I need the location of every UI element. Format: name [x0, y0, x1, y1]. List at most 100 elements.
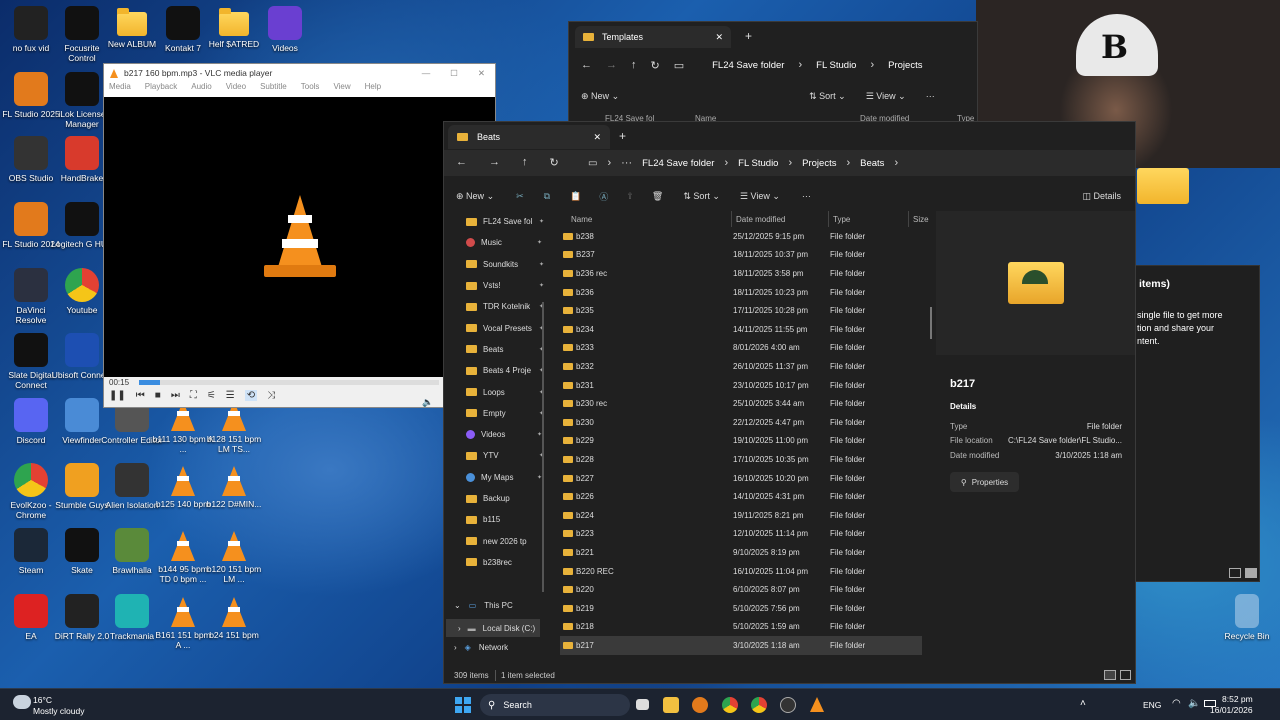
forward-icon[interactable]: →: [606, 59, 617, 71]
back-icon[interactable]: ←: [456, 156, 467, 169]
wifi-icon[interactable]: ◠: [1172, 698, 1181, 709]
table-row[interactable]: b226 14/10/2025 4:31 pm File folder: [560, 487, 922, 506]
delete-icon[interactable]: 🗑: [652, 191, 663, 202]
nav-scrollbar[interactable]: [542, 302, 544, 592]
up-icon[interactable]: ↑: [631, 59, 637, 71]
nav-item[interactable]: Music ✦: [466, 232, 544, 253]
vlc-menu-item[interactable]: Subtitle: [260, 82, 287, 97]
nav-item[interactable]: Backup: [466, 488, 544, 509]
clock-time[interactable]: 8:52 pm: [1222, 694, 1253, 704]
search-box[interactable]: ⚲ Search: [480, 694, 630, 716]
breadcrumb-item[interactable]: Projects: [802, 158, 836, 169]
nav-item[interactable]: FL24 Save fol ✦: [466, 211, 544, 232]
close-tab-icon[interactable]: ✕: [715, 32, 723, 43]
refresh-icon[interactable]: ↻: [550, 156, 559, 169]
more-icon[interactable]: ···: [926, 91, 935, 101]
nav-item[interactable]: Vsts! ✦: [466, 275, 544, 296]
nav-item[interactable]: b238rec: [466, 552, 544, 573]
vlc-icon[interactable]: [810, 697, 824, 712]
next-button[interactable]: ⏭: [171, 390, 180, 401]
table-row[interactable]: B237 18/11/2025 10:37 pm File folder: [560, 246, 922, 265]
table-row[interactable]: b230 22/12/2025 4:47 pm File folder: [560, 413, 922, 432]
cut-icon[interactable]: ✂: [516, 191, 524, 202]
up-icon[interactable]: ↑: [522, 156, 528, 169]
nav-item[interactable]: Empty✦: [466, 403, 544, 424]
table-row[interactable]: b227 16/10/2025 10:20 pm File folder: [560, 469, 922, 488]
loop-button[interactable]: ⟲: [244, 390, 258, 401]
nav-item[interactable]: YTV✦: [466, 445, 544, 466]
nav-item[interactable]: Loops✦: [466, 381, 544, 402]
details-view-icon[interactable]: [1104, 670, 1116, 680]
tray-chevron-icon[interactable]: ˄: [1080, 698, 1086, 709]
desktop-icon[interactable]: b122 D#MIN...: [203, 463, 265, 509]
nav-item[interactable]: TDR Kotelnik✦: [466, 296, 544, 317]
breadcrumb-item[interactable]: Projects: [888, 60, 922, 71]
nav-item[interactable]: Soundkits ✦: [466, 254, 544, 275]
vlc-video-area[interactable]: [104, 97, 495, 377]
tab-beats[interactable]: Beats ✕: [448, 125, 610, 149]
equalizer-button[interactable]: ⚟: [207, 390, 216, 401]
nav-item[interactable]: b115: [466, 509, 544, 530]
column-header-type[interactable]: Type: [833, 215, 850, 224]
table-row[interactable]: b224 19/11/2025 8:21 pm File folder: [560, 506, 922, 525]
new-button[interactable]: ⊕ New ⌄: [456, 191, 494, 202]
vlc-menu-item[interactable]: Media: [109, 82, 131, 97]
breadcrumb-item[interactable]: FL Studio: [816, 60, 856, 71]
table-row[interactable]: b229 19/10/2025 11:00 pm File folder: [560, 432, 922, 451]
maximize-icon[interactable]: ☐: [450, 68, 458, 79]
vlc-menu-item[interactable]: Playback: [145, 82, 177, 97]
table-row[interactable]: b232 26/10/2025 11:37 pm File folder: [560, 357, 922, 376]
desktop-icon[interactable]: Recycle Bin: [1216, 594, 1278, 641]
vlc-seek-bar[interactable]: [139, 380, 439, 385]
close-tab-icon[interactable]: ✕: [593, 132, 601, 143]
vlc-menu-item[interactable]: Tools: [301, 82, 320, 97]
table-row[interactable]: b235 17/11/2025 10:28 pm File folder: [560, 301, 922, 320]
breadcrumb-item[interactable]: FL24 Save folder: [712, 60, 784, 71]
chrome-icon[interactable]: [722, 697, 738, 713]
weather-desc[interactable]: Mostly cloudy: [33, 706, 85, 716]
tiles-view-icon[interactable]: [1120, 670, 1131, 680]
address-bar[interactable]: ▭ › ··· FL24 Save folder › FL Studio › P…: [582, 153, 966, 173]
table-row[interactable]: b230 rec 25/10/2025 3:44 am File folder: [560, 394, 922, 413]
new-button[interactable]: ⊕ New ⌄: [581, 91, 619, 102]
new-tab-icon[interactable]: +: [745, 29, 752, 43]
start-button[interactable]: [455, 697, 471, 713]
vlc-menu-item[interactable]: Video: [226, 82, 246, 97]
view-toggle-icon[interactable]: [1229, 568, 1241, 578]
table-row[interactable]: b219 5/10/2025 7:56 pm File folder: [560, 599, 922, 618]
this-pc-item[interactable]: ⌄ ▭ This PC: [454, 601, 513, 610]
more-icon[interactable]: ···: [802, 191, 811, 201]
chrome-icon[interactable]: [751, 697, 767, 713]
table-row[interactable]: B220 REC 16/10/2025 11:04 pm File folder: [560, 562, 922, 581]
fl-studio-icon[interactable]: [692, 697, 708, 713]
table-row[interactable]: b218 5/10/2025 1:59 am File folder: [560, 618, 922, 637]
minimize-icon[interactable]: —: [422, 68, 431, 78]
breadcrumb-item[interactable]: Beats: [860, 158, 884, 169]
vlc-menu-item[interactable]: View: [333, 82, 350, 97]
speaker-icon[interactable]: 🔈: [422, 397, 433, 408]
stop-button[interactable]: ■: [155, 390, 161, 401]
table-row[interactable]: b233 8/01/2026 4:00 am File folder: [560, 339, 922, 358]
playlist-button[interactable]: ☰: [226, 390, 235, 401]
copy-icon[interactable]: ⧉: [544, 191, 550, 202]
ellipsis-icon[interactable]: ···: [621, 157, 632, 169]
lang-indicator[interactable]: ENG: [1143, 700, 1161, 710]
fullscreen-button[interactable]: ⛶: [190, 390, 197, 401]
table-row[interactable]: b228 17/10/2025 10:35 pm File folder: [560, 450, 922, 469]
table-row[interactable]: b221 9/10/2025 8:19 pm File folder: [560, 543, 922, 562]
nav-item[interactable]: Vocal Presets✦: [466, 317, 544, 338]
nav-item[interactable]: My Maps ✦: [466, 467, 544, 488]
column-header-size[interactable]: Size: [913, 215, 929, 224]
nav-item[interactable]: Beats✦: [466, 339, 544, 360]
network-item[interactable]: › ◈ Network: [454, 643, 508, 652]
file-scrollbar[interactable]: [930, 307, 932, 339]
desktop-icon[interactable]: Videos: [254, 6, 316, 53]
properties-button[interactable]: ⚲ Properties: [950, 472, 1019, 492]
view-button[interactable]: ☰ View ⌄: [866, 91, 906, 102]
close-icon[interactable]: ✕: [478, 68, 485, 79]
sort-button[interactable]: ⇅ Sort ⌄: [683, 191, 720, 202]
monitor-icon[interactable]: ▭: [674, 59, 684, 72]
obs-icon[interactable]: [780, 697, 796, 713]
weather-icon[interactable]: [13, 695, 31, 709]
sort-button[interactable]: ⇅ Sort ⌄: [809, 91, 846, 102]
